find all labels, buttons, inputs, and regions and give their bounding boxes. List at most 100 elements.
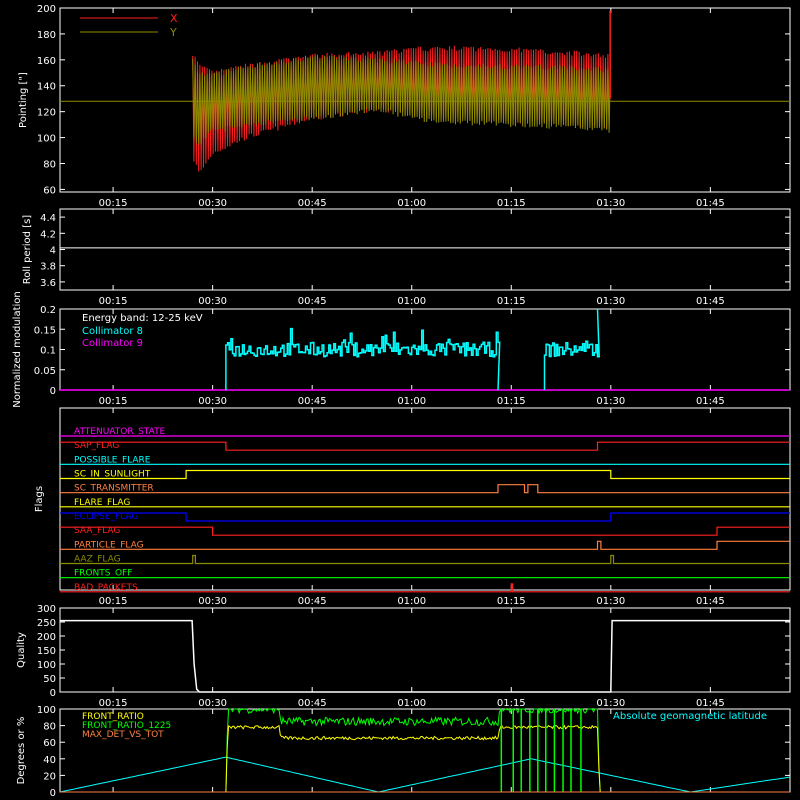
x-tick-label: 01:15 — [497, 198, 526, 209]
energy-band-annotation: Energy band: 12-25 keV — [82, 313, 203, 324]
y-tick-label: 160 — [37, 56, 56, 67]
geomagnetic-latitude-line — [59, 756, 791, 793]
flag-label: ECLIPSE_FLAG — [74, 512, 138, 522]
y-tick-label: 300 — [37, 604, 56, 615]
x-tick-label: 00:45 — [298, 296, 327, 307]
flag-sc_in_sunlight-line — [60, 469, 790, 480]
legend-label: X — [170, 12, 178, 25]
x-tick-label: 01:00 — [397, 596, 426, 607]
x-tick-label: 00:45 — [298, 396, 327, 407]
y-tick-label: 0 — [50, 386, 56, 397]
flag-sc_transmitter-line — [60, 484, 790, 494]
x-tick-label: 00:45 — [298, 198, 327, 209]
y-tick-label: 250 — [37, 618, 56, 629]
flag-particle_flag-line — [60, 540, 790, 550]
x-tick-label: 00:30 — [198, 198, 227, 209]
x-tick-label: 01:30 — [596, 396, 625, 407]
y-axis-label: Flags — [34, 486, 45, 512]
y-tick-label: 180 — [37, 30, 56, 41]
y-tick-label: 0.15 — [34, 325, 56, 336]
plot-frame — [59, 407, 791, 591]
y-axis-label: Roll period [s] — [22, 215, 33, 284]
panel-roll-period: 00:15 00:30 00:45 01:00 01:15 01:30 01:45 3.6 3.… — [22, 208, 791, 307]
x-tick-label: 00:45 — [298, 596, 327, 607]
flag-aaz_flag-line — [60, 554, 790, 565]
satellite-housekeeping-chart: 00:15 00:30 00:45 01:00 01:15 01:30 01:45 60 80 1… — [12, 4, 791, 799]
x-tick-label: 01:15 — [497, 698, 526, 709]
panel-quality: 00:15 00:30 00:45 01:00 01:15 01:30 01:45 0 50 10… — [16, 604, 791, 709]
legend-label: Absolute geomagnetic latitude — [613, 711, 767, 722]
y-tick-label: 100 — [37, 660, 56, 671]
legend-label: Collimator 9 — [82, 338, 143, 349]
flag-label: SAA_FLAG — [74, 526, 120, 536]
x-tick-label: 01:45 — [696, 698, 725, 709]
panel-pointing: 00:15 00:30 00:45 01:00 01:15 01:30 01:45 60 80 1… — [18, 4, 791, 209]
legend-label: MAX_DET_VS_TOT — [82, 730, 164, 740]
y-tick-label: 3.8 — [40, 262, 56, 273]
flag-eclipse_flag-line — [60, 512, 790, 522]
y-tick-label: 80 — [43, 722, 56, 733]
x-tick-label: 01:45 — [696, 596, 725, 607]
panel-modulation: 00:15 00:30 00:45 01:00 01:15 01:30 01:45 0 0.05… — [12, 291, 791, 408]
y-axis-label: Quality — [16, 632, 27, 668]
flag-label: SC_TRANSMITTER — [74, 484, 154, 494]
x-tick-label: 00:15 — [99, 596, 128, 607]
y-axis-label: Degrees or % — [16, 717, 27, 785]
y-tick-label: 3.6 — [40, 278, 56, 289]
y-tick-label: 0.1 — [40, 346, 56, 357]
quality-line — [60, 619, 790, 693]
x-tick-label: 00:30 — [198, 396, 227, 407]
y-tick-label: 20 — [43, 771, 56, 782]
y-tick-label: 4.4 — [40, 213, 56, 224]
chart-panels: 00:15 00:30 00:45 01:00 01:15 01:30 01:45 60 80 1… — [12, 4, 791, 799]
flag-label: FLARE_FLAG — [74, 498, 130, 508]
collimator-8-line — [543, 308, 600, 390]
y-tick-label: 60 — [43, 738, 56, 749]
collimator-8-line — [225, 327, 501, 391]
y-tick-label: 60 — [43, 185, 56, 196]
y-tick-label: 50 — [43, 674, 56, 685]
x-tick-label: 01:00 — [397, 296, 426, 307]
y-tick-label: 0 — [50, 788, 56, 799]
plot-frame — [59, 208, 791, 291]
y-tick-label: 150 — [37, 646, 56, 657]
x-tick-label: 00:15 — [99, 198, 128, 209]
x-tick-label: 01:00 — [397, 396, 426, 407]
y-tick-label: 140 — [37, 82, 56, 93]
x-tick-label: 01:30 — [596, 596, 625, 607]
x-tick-label: 01:45 — [696, 396, 725, 407]
y-tick-label: 200 — [37, 4, 56, 15]
y-tick-label: 200 — [37, 632, 56, 643]
flag-label: AAZ_FLAG — [74, 555, 121, 565]
y-tick-label: 40 — [43, 755, 56, 766]
x-tick-label: 01:45 — [696, 296, 725, 307]
x-tick-label: 01:30 — [596, 698, 625, 709]
flag-label: FRONTS_OFF — [74, 569, 132, 579]
y-tick-label: 0.2 — [40, 305, 56, 316]
x-tick-label: 00:30 — [198, 698, 227, 709]
x-tick-label: 01:30 — [596, 198, 625, 209]
legend-label: Y — [169, 26, 177, 39]
y-tick-label: 120 — [37, 108, 56, 119]
x-tick-label: 01:15 — [497, 596, 526, 607]
x-tick-label: 00:15 — [99, 698, 128, 709]
y-tick-label: 0.05 — [34, 366, 56, 377]
x-tick-label: 00:45 — [298, 698, 327, 709]
legend-label: Collimator 8 — [82, 326, 143, 337]
flag-label: PARTICLE_FLAG — [74, 540, 144, 550]
x-tick-label: 01:30 — [596, 296, 625, 307]
x-tick-label: 01:00 — [397, 198, 426, 209]
x-tick-label: 01:00 — [397, 698, 426, 709]
x-tick-label: 01:15 — [497, 396, 526, 407]
flag-label: ATTENUATOR_STATE — [74, 427, 166, 437]
panel-degrees: 020406080100Degrees or % FRONT_RATIOFRONT… — [16, 705, 791, 799]
y-tick-label: 4.2 — [40, 229, 56, 240]
y-axis-label: Normalized modulation — [12, 291, 23, 408]
flag-bad_packets-line — [60, 583, 790, 593]
x-tick-label: 00:30 — [198, 296, 227, 307]
y-tick-label: 100 — [37, 705, 56, 716]
x-tick-label: 00:15 — [99, 396, 128, 407]
flag-label: SAP_FLAG — [74, 441, 119, 451]
y-tick-label: 80 — [43, 159, 56, 170]
flag-sap_flag-line — [60, 441, 790, 451]
